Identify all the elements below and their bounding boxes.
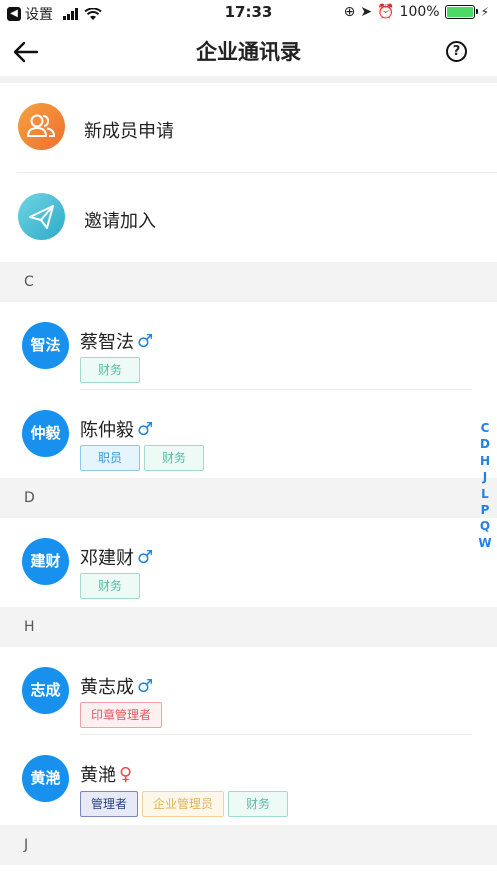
role-tags: 管理者 企业管理员 财务 bbox=[80, 791, 292, 817]
contact-name: 黄滟 ♀ bbox=[80, 761, 132, 787]
section-letter: J bbox=[24, 837, 29, 853]
role-tag: 财务 bbox=[80, 357, 140, 383]
role-tags: 印章管理者 bbox=[80, 702, 166, 728]
avatar: 志成 bbox=[22, 667, 69, 714]
index-letter[interactable]: L bbox=[478, 486, 492, 502]
section-header-j: J bbox=[0, 825, 497, 865]
contact-row[interactable]: 智法 蔡智法 ♂ 财务 bbox=[0, 302, 497, 390]
avatar: 智法 bbox=[22, 322, 69, 369]
paper-plane-icon bbox=[18, 193, 65, 240]
top-divider bbox=[0, 76, 497, 83]
alphabet-index-bar[interactable]: C D H J L P Q W bbox=[478, 420, 492, 551]
charging-icon: ⚡ bbox=[480, 5, 489, 19]
help-icon[interactable]: ? bbox=[446, 41, 467, 62]
alarm-icon: ⏰ bbox=[377, 4, 395, 20]
role-tags: 职员 财务 bbox=[80, 445, 208, 471]
male-icon: ♂ bbox=[137, 330, 154, 352]
contact-name-text: 邓建财 bbox=[80, 548, 134, 569]
contact-name: 黄志成 ♂ bbox=[80, 673, 153, 699]
male-icon: ♂ bbox=[137, 675, 154, 697]
section-header-c: C bbox=[0, 262, 497, 302]
contact-row[interactable]: 志成 黄志成 ♂ 印章管理者 bbox=[0, 647, 497, 735]
role-tag: 财务 bbox=[80, 573, 140, 599]
contact-row[interactable]: 仲毅 陈仲毅 ♂ 职员 财务 bbox=[0, 390, 497, 478]
role-tag: 管理者 bbox=[80, 791, 139, 817]
new-member-request-row[interactable]: 新成员申请 bbox=[0, 83, 497, 173]
contact-name-text: 陈仲毅 bbox=[80, 420, 134, 441]
avatar: 黄滟 bbox=[22, 755, 69, 802]
index-letter[interactable]: J bbox=[478, 469, 492, 485]
index-letter[interactable]: W bbox=[478, 535, 492, 551]
location-icon: ➤ bbox=[360, 4, 373, 20]
index-letter[interactable]: P bbox=[478, 502, 492, 518]
invite-row[interactable]: 邀请加入 bbox=[0, 173, 497, 263]
male-icon: ♂ bbox=[137, 418, 154, 440]
role-tag: 职员 bbox=[80, 445, 140, 471]
contact-name-text: 黄志成 bbox=[80, 677, 134, 698]
section-header-d: D bbox=[0, 478, 497, 518]
section-letter: D bbox=[24, 490, 35, 506]
section-letter: C bbox=[24, 274, 34, 290]
orientation-lock-icon: ⊕ bbox=[343, 4, 356, 20]
index-letter[interactable]: C bbox=[478, 420, 492, 436]
invite-label: 邀请加入 bbox=[84, 211, 156, 232]
contact-name: 蔡智法 ♂ bbox=[80, 328, 153, 354]
female-icon: ♀ bbox=[119, 763, 133, 785]
avatar: 建财 bbox=[22, 538, 69, 585]
battery-percent: 100% bbox=[399, 4, 440, 20]
contact-row[interactable]: 建财 邓建财 ♂ 财务 bbox=[0, 518, 497, 606]
people-icon bbox=[18, 103, 65, 150]
role-tag: 财务 bbox=[144, 445, 204, 471]
male-icon: ♂ bbox=[137, 546, 154, 568]
nav-bar: 企业通讯录 ? bbox=[0, 26, 497, 76]
role-tag: 财务 bbox=[228, 791, 289, 817]
contact-name-text: 蔡智法 bbox=[80, 332, 134, 353]
contact-name: 邓建财 ♂ bbox=[80, 544, 153, 570]
index-letter[interactable]: H bbox=[478, 453, 492, 469]
contact-row[interactable]: 黄滟 黄滟 ♀ 管理者 企业管理员 财务 bbox=[0, 735, 497, 824]
role-tags: 财务 bbox=[80, 573, 144, 599]
contact-name: 陈仲毅 ♂ bbox=[80, 416, 153, 442]
contact-name-text: 黄滟 bbox=[80, 765, 116, 786]
role-tag: 企业管理员 bbox=[142, 791, 225, 817]
index-letter[interactable]: Q bbox=[478, 518, 492, 534]
section-letter: H bbox=[24, 619, 35, 635]
page-title: 企业通讯录 bbox=[196, 40, 301, 64]
section-header-h: H bbox=[0, 607, 497, 647]
role-tags: 财务 bbox=[80, 357, 144, 383]
status-right: ⊕ ➤ ⏰ 100% ⚡ bbox=[339, 4, 489, 20]
new-member-request-label: 新成员申请 bbox=[84, 121, 174, 142]
status-bar: ◀ 设置 17:33 ⊕ ➤ ⏰ 100% ⚡ bbox=[0, 0, 497, 26]
index-letter[interactable]: D bbox=[478, 436, 492, 452]
role-tag: 印章管理者 bbox=[80, 702, 163, 728]
avatar: 仲毅 bbox=[22, 410, 69, 457]
battery-icon bbox=[444, 5, 478, 19]
